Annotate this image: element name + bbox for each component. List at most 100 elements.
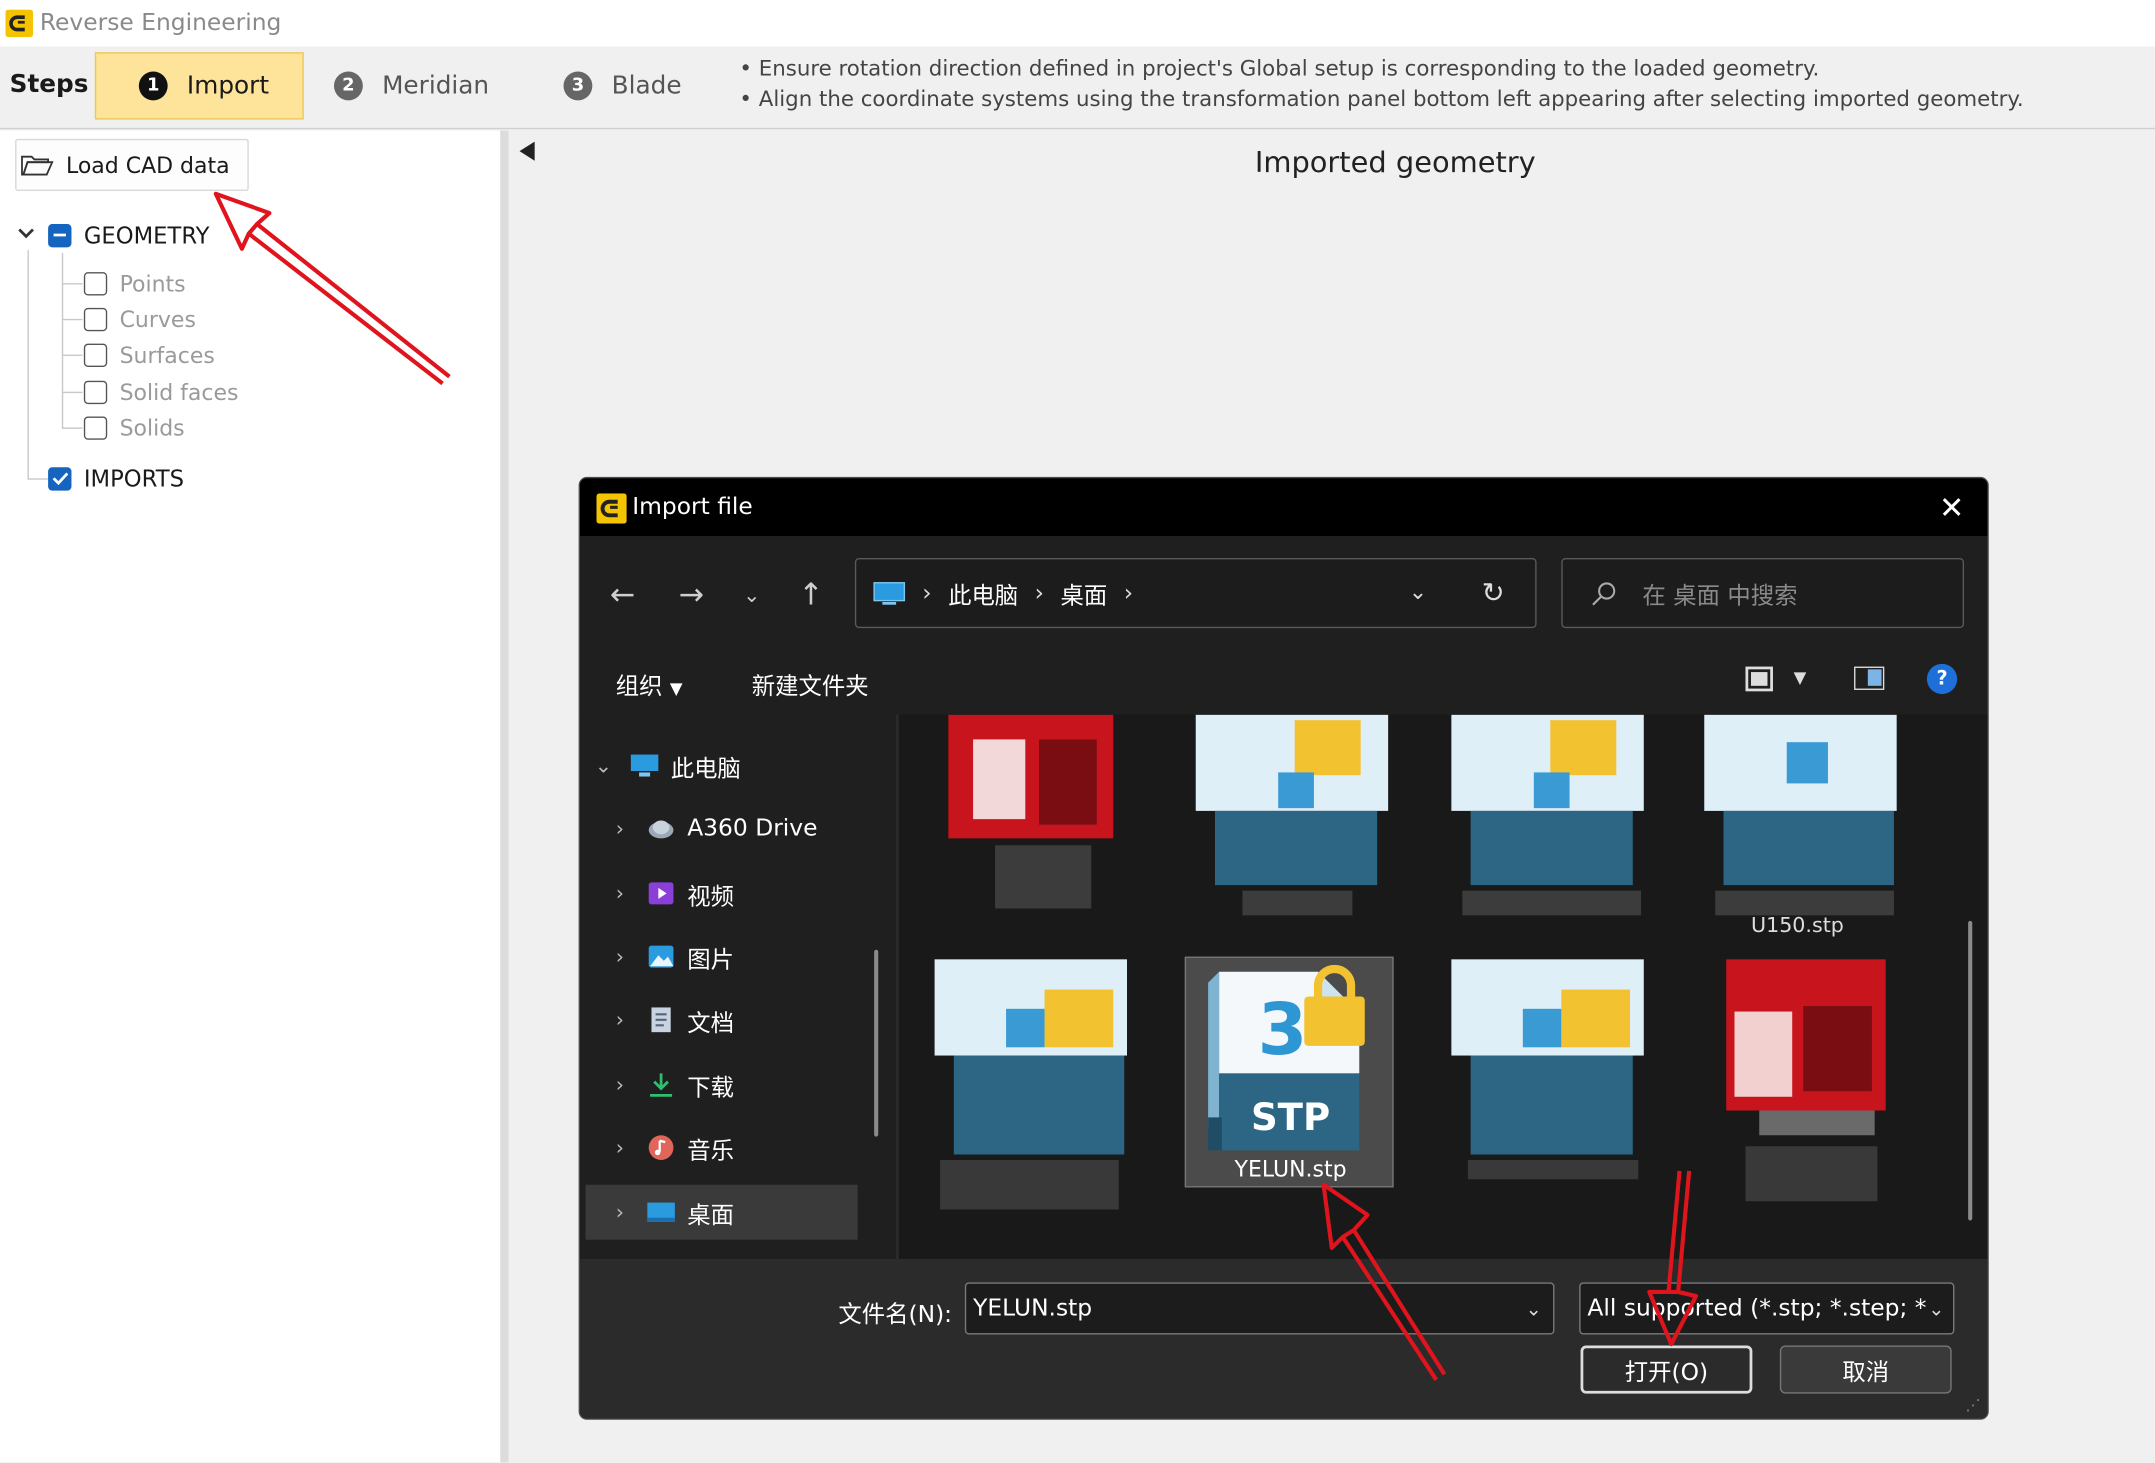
file-item[interactable]: [1451, 714, 1644, 949]
app-logo-icon: [5, 9, 33, 38]
tree-guide-line: [61, 391, 83, 394]
file-list-scrollbar[interactable]: [1968, 920, 1973, 1221]
address-dropdown-icon[interactable]: ⌄: [1409, 579, 1427, 605]
tree-item-points[interactable]: Points: [83, 265, 186, 301]
chevron-right-icon[interactable]: ›: [605, 881, 635, 906]
nav-item-desktop[interactable]: › 桌面: [585, 1184, 858, 1240]
chevron-right-icon[interactable]: ›: [605, 1007, 635, 1032]
file-item[interactable]: U150.stp: [1704, 714, 1897, 949]
folder-open-icon: [21, 155, 54, 176]
chevron-down-icon[interactable]: ⌄: [1928, 1299, 1944, 1321]
forward-arrow-icon[interactable]: →: [671, 574, 712, 615]
step-tab-import[interactable]: 1 Import: [94, 52, 304, 120]
checkbox[interactable]: [83, 380, 108, 404]
navigation-pane: [579, 714, 897, 1259]
file-type-filter-select[interactable]: All supported (*.stp; *.step; *: [1579, 1282, 1955, 1335]
open-button[interactable]: 打开(O): [1580, 1345, 1753, 1394]
view-mode-icon[interactable]: [1745, 666, 1773, 692]
checkbox[interactable]: [83, 271, 108, 295]
chevron-down-icon[interactable]: ⌄: [588, 753, 618, 778]
step-number: 1: [138, 71, 168, 101]
breadcrumb-this-pc[interactable]: 此电脑: [948, 576, 1018, 610]
new-folder-button[interactable]: 新建文件夹: [752, 667, 869, 700]
tree-label: Solids: [119, 414, 185, 441]
breadcrumb-desktop[interactable]: 桌面: [1061, 576, 1108, 610]
chevron-down-icon[interactable]: ⌄: [1526, 1299, 1542, 1321]
nav-item-downloads[interactable]: › 下载: [605, 1057, 874, 1112]
geometry-tree-panel: [0, 130, 501, 1463]
tree-guide-line: [61, 283, 83, 285]
cloud-drive-icon: [648, 820, 674, 839]
resize-grip-icon[interactable]: ⋰: [1965, 1396, 1980, 1414]
checked-checkbox[interactable]: [48, 466, 72, 490]
load-cad-data-button[interactable]: Load CAD data: [15, 138, 249, 192]
filename-label: 文件名(N):: [838, 1301, 953, 1330]
chevron-right-icon[interactable]: ›: [605, 1135, 635, 1160]
dialog-title: Import file: [632, 493, 753, 521]
tree-item-solids[interactable]: Solids: [83, 410, 185, 446]
nav-label: A360 Drive: [687, 815, 818, 843]
close-icon[interactable]: ✕: [1934, 491, 1970, 527]
chevron-right-icon[interactable]: ›: [605, 816, 635, 841]
tree-item-curves[interactable]: Curves: [83, 301, 196, 337]
nav-item-pictures[interactable]: › 图片: [605, 929, 874, 984]
collapse-panel-icon[interactable]: [519, 141, 535, 161]
document-icon: [651, 1007, 671, 1033]
music-icon: [648, 1135, 674, 1160]
step-label: Blade: [611, 71, 682, 101]
tree-label: Surfaces: [119, 341, 215, 368]
nav-label: 视频: [687, 883, 734, 911]
panel-splitter[interactable]: [500, 130, 509, 1463]
preview-pane-icon[interactable]: [1854, 666, 1885, 690]
file-name: YELUN.stp: [1234, 1155, 1347, 1182]
breadcrumb-separator-icon: ›: [1034, 579, 1045, 607]
chevron-right-icon[interactable]: ›: [605, 1072, 635, 1097]
chevron-right-icon[interactable]: ›: [605, 1200, 635, 1225]
chevron-right-icon[interactable]: ›: [605, 944, 635, 969]
load-cad-data-label: Load CAD data: [65, 151, 230, 178]
refresh-icon[interactable]: ↻: [1482, 576, 1505, 609]
search-box[interactable]: 在 桌面 中搜索: [1561, 558, 1965, 629]
checkbox[interactable]: [83, 342, 108, 367]
file-item[interactable]: [1713, 959, 1905, 1202]
nav-item-documents[interactable]: › 文档: [605, 992, 874, 1047]
checkbox[interactable]: [83, 415, 108, 440]
tree-item-imports[interactable]: IMPORTS: [48, 460, 184, 496]
nav-pane-scrollbar[interactable]: [874, 949, 879, 1137]
search-icon: [1592, 581, 1616, 605]
checkbox[interactable]: [83, 307, 108, 331]
step-tab-meridian[interactable]: 2 Meridian: [333, 52, 489, 119]
nav-item-videos[interactable]: › 视频: [605, 866, 874, 921]
cancel-button[interactable]: 取消: [1779, 1345, 1952, 1394]
tree-item-surfaces[interactable]: Surfaces: [83, 337, 215, 373]
nav-item-music[interactable]: › 音乐: [605, 1120, 874, 1175]
search-placeholder: 在 桌面 中搜索: [1642, 582, 1798, 611]
nav-label: 图片: [687, 946, 734, 974]
address-bar[interactable]: › 此电脑 › 桌面 ›: [854, 558, 1537, 629]
file-item[interactable]: [934, 959, 1128, 1210]
file-item[interactable]: [1195, 714, 1389, 949]
recent-locations-chevron-icon[interactable]: ⌄: [731, 574, 772, 615]
nav-item-this-pc[interactable]: ⌄ 此电脑: [588, 738, 857, 793]
partial-checkbox[interactable]: [48, 223, 72, 247]
filename-input[interactable]: YELUN.stp: [964, 1282, 1555, 1335]
help-icon[interactable]: ?: [1926, 663, 1958, 695]
tree-guide-line: [61, 318, 83, 321]
back-arrow-icon[interactable]: ←: [602, 574, 643, 615]
file-item[interactable]: [1451, 959, 1644, 1193]
step-tab-blade[interactable]: 3 Blade: [563, 52, 682, 119]
tree-item-solid-faces[interactable]: Solid faces: [83, 374, 238, 410]
breadcrumb-separator-icon: ›: [1123, 579, 1134, 607]
up-arrow-icon[interactable]: ↑: [790, 574, 831, 615]
file-item[interactable]: [940, 714, 1132, 949]
view-mode-dropdown-icon[interactable]: ▼: [1794, 668, 1807, 687]
organize-menu[interactable]: 组织 ▼: [616, 667, 683, 700]
nav-item-a360-drive[interactable]: › A360 Drive: [605, 801, 874, 856]
file-name: U150.stp: [1750, 915, 1844, 938]
computer-icon: [630, 754, 659, 777]
tree-item-geometry[interactable]: GEOMETRY: [48, 217, 210, 253]
step-number: 3: [563, 71, 593, 101]
chevron-down-icon[interactable]: [16, 223, 35, 242]
file-item-yelun-stp[interactable]: 3 STP YELUN.stp: [1184, 956, 1394, 1188]
tree-label: Curves: [119, 305, 196, 332]
